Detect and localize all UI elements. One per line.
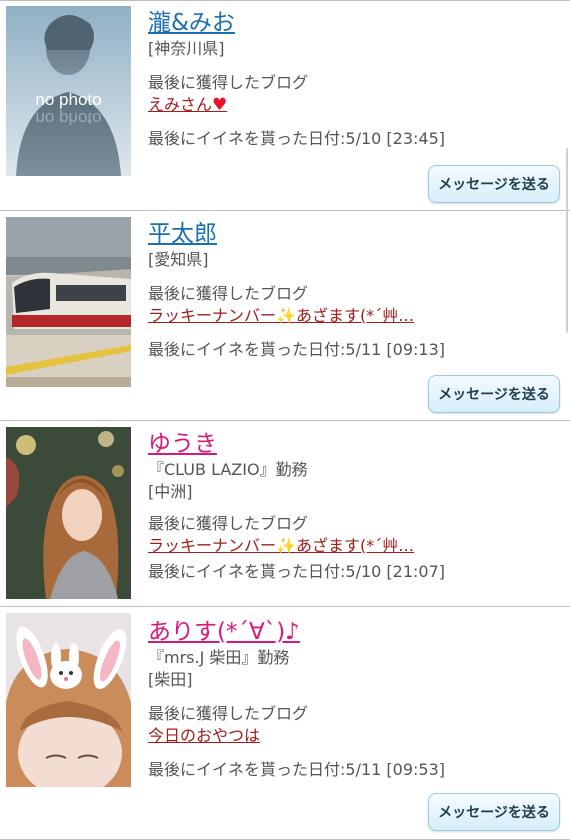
user-workplace: 『mrs.J 柴田』勤務 bbox=[148, 648, 290, 667]
last-blog-link[interactable]: ラッキーナンバー✨あざます(*´艸… bbox=[148, 305, 448, 327]
user-photo[interactable] bbox=[6, 613, 131, 787]
send-message-button[interactable]: メッセージを送る bbox=[428, 793, 560, 831]
user-card: no photo no photo 瀧&みお [神奈川県] 最後に獲得したブログ… bbox=[0, 0, 570, 211]
blog-title: えみさん bbox=[148, 95, 213, 114]
last-like-date: 最後にイイネを貰った日付:5/10 [21:07] bbox=[148, 562, 446, 581]
user-info: 瀧&みお [神奈川県] 最後に獲得したブログ えみさん♥ 最後にイイネを貰った日… bbox=[148, 8, 560, 150]
user-name-link[interactable]: ゆうき bbox=[148, 429, 560, 459]
send-message-button[interactable]: メッセージを送る bbox=[428, 165, 560, 203]
user-area: [柴田] bbox=[148, 670, 193, 689]
last-blog-link[interactable]: 今日のおやつは bbox=[148, 725, 448, 747]
blog-title-rest: あざます(*´艸… bbox=[295, 536, 415, 555]
user-info: ありす(*´∀`)♪ 『mrs.J 柴田』勤務 [柴田] 最後に獲得したブログ … bbox=[148, 617, 560, 781]
divider bbox=[0, 0, 570, 1]
user-name-link[interactable]: 平太郎 bbox=[148, 219, 560, 249]
sparkle-icon: ✨ bbox=[276, 306, 296, 325]
no-photo-label: no photo bbox=[35, 90, 102, 109]
user-area: [愛知県] bbox=[148, 250, 209, 269]
user-workplace: 『CLUB LAZIO』勤務 bbox=[148, 460, 308, 479]
last-blog-link[interactable]: ラッキーナンバー✨あざます(*´艸… bbox=[148, 535, 448, 557]
user-photo[interactable] bbox=[6, 217, 131, 387]
scrollbar[interactable] bbox=[566, 148, 570, 333]
last-like-date: 最後にイイネを貰った日付:5/11 [09:53] bbox=[148, 760, 446, 779]
user-info: ゆうき 『CLUB LAZIO』勤務 [中洲] 最後に獲得したブログ ラッキーナ… bbox=[148, 429, 560, 583]
user-card: 平太郎 [愛知県] 最後に獲得したブログ ラッキーナンバー✨あざます(*´艸… … bbox=[0, 211, 570, 421]
last-blog-label: 最後に獲得したブログ bbox=[148, 704, 309, 723]
last-like-date: 最後にイイネを貰った日付:5/10 [23:45] bbox=[148, 129, 446, 148]
blog-title-rest: あざます(*´艸… bbox=[295, 306, 415, 325]
user-name-link[interactable]: 瀧&みお bbox=[148, 8, 560, 38]
bunny-filter-selfie-photo-icon bbox=[6, 613, 131, 787]
user-area: [神奈川県] bbox=[148, 39, 225, 58]
blog-title: ラッキーナンバー bbox=[148, 536, 277, 555]
user-photo[interactable]: no photo no photo bbox=[6, 6, 131, 176]
woman-portrait-photo-icon bbox=[6, 427, 131, 599]
sparkle-icon: ✨ bbox=[276, 536, 296, 555]
blog-title: ラッキーナンバー bbox=[148, 306, 277, 325]
heart-icon: ♥ bbox=[212, 95, 228, 115]
user-card: ありす(*´∀`)♪ 『mrs.J 柴田』勤務 [柴田] 最後に獲得したブログ … bbox=[0, 607, 570, 840]
train-photo-icon bbox=[6, 217, 131, 387]
no-photo-reflection: no photo bbox=[35, 109, 102, 128]
last-blog-link[interactable]: えみさん♥ bbox=[148, 94, 448, 116]
last-blog-label: 最後に獲得したブログ bbox=[148, 514, 309, 533]
user-photo[interactable] bbox=[6, 427, 131, 599]
user-name-link[interactable]: ありす(*´∀`)♪ bbox=[148, 617, 560, 647]
user-info: 平太郎 [愛知県] 最後に獲得したブログ ラッキーナンバー✨あざます(*´艸… … bbox=[148, 219, 560, 361]
user-card: ゆうき 『CLUB LAZIO』勤務 [中洲] 最後に獲得したブログ ラッキーナ… bbox=[0, 421, 570, 607]
last-like-date: 最後にイイネを貰った日付:5/11 [09:13] bbox=[148, 340, 446, 359]
last-blog-label: 最後に獲得したブログ bbox=[148, 284, 309, 303]
send-message-button[interactable]: メッセージを送る bbox=[428, 375, 560, 413]
user-area: [中洲] bbox=[148, 482, 193, 501]
last-blog-label: 最後に獲得したブログ bbox=[148, 73, 309, 92]
